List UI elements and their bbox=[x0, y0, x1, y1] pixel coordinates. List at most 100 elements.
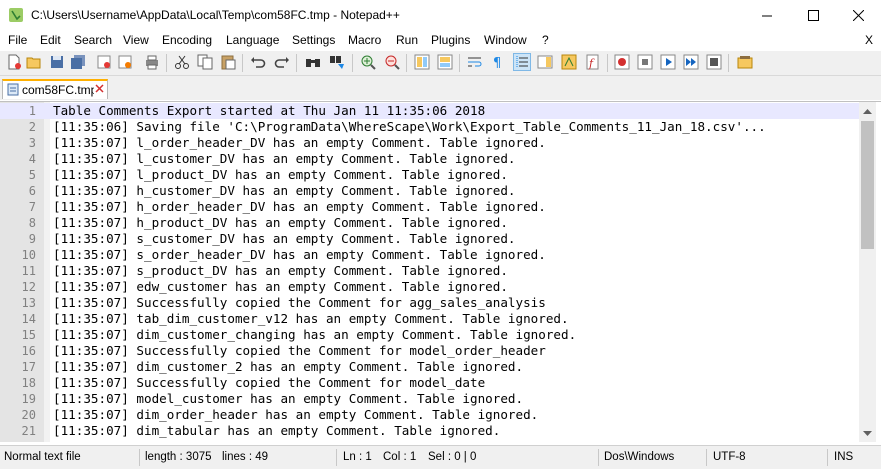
editor-line[interactable]: 2 [11:35:06] Saving file 'C:\ProgramData\… bbox=[0, 119, 859, 135]
editor-line[interactable]: 20 [11:35:07] dim_order_header has an emp… bbox=[0, 407, 859, 423]
title-bar: C:\Users\Username\AppData\Local\Temp\com… bbox=[0, 0, 881, 30]
menu-plugins[interactable]: Plugins bbox=[431, 33, 470, 47]
editor-line[interactable]: 10 [11:35:07] s_order_header_DV has an em… bbox=[0, 247, 859, 263]
line-text: [11:35:07] l_customer_DV has an empty Co… bbox=[53, 151, 516, 166]
notepad-plus-plus-app-icon bbox=[8, 7, 24, 23]
editor-line[interactable]: 16 [11:35:07] Successfully copied the Com… bbox=[0, 343, 859, 359]
copy-icon[interactable] bbox=[197, 54, 213, 70]
new-file-icon[interactable] bbox=[6, 54, 22, 70]
status-doc-type: Normal text file bbox=[4, 451, 81, 463]
launch-in-browser-icon[interactable] bbox=[737, 54, 753, 70]
status-length: length : 3075 bbox=[145, 451, 212, 463]
run-macro-multiple-icon[interactable] bbox=[683, 54, 699, 70]
close-document-button[interactable]: X bbox=[865, 33, 873, 47]
menu-file[interactable]: File bbox=[8, 33, 27, 47]
save-macro-icon[interactable] bbox=[706, 54, 722, 70]
menu-search[interactable]: Search bbox=[74, 33, 112, 47]
svg-text:¶: ¶ bbox=[493, 56, 501, 70]
minimize-button[interactable] bbox=[744, 0, 790, 30]
menu-edit[interactable]: Edit bbox=[40, 33, 61, 47]
find-icon[interactable] bbox=[305, 54, 321, 70]
menu-window[interactable]: Window bbox=[484, 33, 527, 47]
maximize-icon bbox=[807, 9, 819, 21]
editor-line[interactable]: 7 [11:35:07] h_order_header_DV has an emp… bbox=[0, 199, 859, 215]
paste-icon[interactable] bbox=[220, 54, 236, 70]
line-text: [11:35:07] Successfully copied the Comme… bbox=[53, 295, 546, 310]
play-macro-icon[interactable] bbox=[660, 54, 676, 70]
line-text: [11:35:07] h_order_header_DV has an empt… bbox=[53, 199, 546, 214]
editor-line[interactable]: 8 [11:35:07] h_product_DV has an empty Co… bbox=[0, 215, 859, 231]
line-number: 21 bbox=[21, 424, 36, 438]
line-text: [11:35:07] dim_order_header has an empty… bbox=[53, 407, 539, 422]
show-all-chars-icon[interactable]: ¶ bbox=[490, 54, 506, 71]
line-number: 2 bbox=[28, 120, 36, 134]
editor-line[interactable]: 5 [11:35:07] l_product_DV has an empty Co… bbox=[0, 167, 859, 183]
menu-encoding[interactable]: Encoding bbox=[162, 33, 212, 47]
editor-line[interactable]: 13 [11:35:07] Successfully copied the Com… bbox=[0, 295, 859, 311]
editor-line[interactable]: 6 [11:35:07] h_customer_DV has an empty C… bbox=[0, 183, 859, 199]
menu-run[interactable]: Run bbox=[396, 33, 418, 47]
editor-line[interactable]: 9 [11:35:07] s_customer_DV has an empty C… bbox=[0, 231, 859, 247]
open-file-icon[interactable] bbox=[26, 54, 42, 70]
scrollbar-thumb[interactable] bbox=[861, 121, 874, 249]
zoom-in-icon[interactable] bbox=[360, 54, 376, 70]
line-number: 9 bbox=[28, 232, 36, 246]
indent-guide-icon[interactable] bbox=[513, 53, 531, 71]
scroll-down-icon[interactable] bbox=[859, 425, 876, 442]
menu-view[interactable]: View bbox=[123, 33, 149, 47]
line-text: [11:35:07] h_customer_DV has an empty Co… bbox=[53, 183, 516, 198]
status-separator bbox=[706, 449, 707, 466]
save-icon[interactable] bbox=[49, 54, 65, 70]
text-editor[interactable]: 1 Table Comments Export started at Thu Ja… bbox=[0, 101, 881, 442]
close-file-icon[interactable] bbox=[96, 54, 112, 70]
close-window-button[interactable] bbox=[835, 0, 881, 30]
editor-line[interactable]: 17 [11:35:07] dim_customer_2 has an empty… bbox=[0, 359, 859, 375]
tab-close-icon[interactable] bbox=[94, 83, 105, 94]
line-number: 19 bbox=[21, 392, 36, 406]
line-number: 17 bbox=[21, 360, 36, 374]
folder-workspace-icon[interactable]: f bbox=[585, 54, 601, 70]
sync-vertical-icon[interactable] bbox=[414, 54, 430, 70]
print-icon[interactable] bbox=[144, 54, 160, 70]
menu-settings[interactable]: Settings bbox=[292, 33, 335, 47]
undo-icon[interactable] bbox=[250, 54, 266, 70]
record-macro-icon[interactable] bbox=[614, 54, 630, 70]
editor-line[interactable]: 12 [11:35:07] edw_customer has an empty C… bbox=[0, 279, 859, 295]
status-ins: INS bbox=[834, 451, 854, 463]
editor-line[interactable]: 19 [11:35:07] model_customer has an empty… bbox=[0, 391, 859, 407]
maximize-button[interactable] bbox=[790, 0, 836, 30]
editor-line[interactable]: 14 [11:35:07] tab_dim_customer_v12 has an… bbox=[0, 311, 859, 327]
editor-line[interactable]: 21 [11:35:07] dim_tabular has an empty Co… bbox=[0, 423, 859, 439]
line-text: [11:35:07] edw_customer has an empty Com… bbox=[53, 279, 508, 294]
word-wrap-icon[interactable] bbox=[467, 54, 483, 70]
editor-line[interactable]: 4 [11:35:07] l_customer_DV has an empty C… bbox=[0, 151, 859, 167]
replace-icon[interactable] bbox=[329, 54, 345, 70]
save-all-icon[interactable] bbox=[70, 54, 86, 70]
editor-line[interactable]: 1 Table Comments Export started at Thu Ja… bbox=[0, 103, 859, 119]
close-all-icon[interactable] bbox=[117, 54, 133, 70]
vertical-scrollbar[interactable] bbox=[859, 102, 876, 442]
function-list-icon[interactable] bbox=[561, 54, 577, 70]
sync-horizontal-icon[interactable] bbox=[437, 54, 453, 70]
stop-recording-icon[interactable] bbox=[637, 54, 653, 70]
zoom-out-icon[interactable] bbox=[384, 54, 400, 70]
status-lines: lines : 49 bbox=[222, 451, 269, 463]
toolbar-separator bbox=[242, 54, 243, 72]
editor-line[interactable]: 15 [11:35:07] dim_customer_changing has a… bbox=[0, 327, 859, 343]
menu-language[interactable]: Language bbox=[226, 33, 279, 47]
tab-com58fc[interactable]: com58FC.tmp bbox=[2, 79, 108, 99]
doc-map-icon[interactable] bbox=[537, 54, 553, 70]
window-title: C:\Users\Username\AppData\Local\Temp\com… bbox=[31, 8, 400, 22]
line-number: 3 bbox=[28, 136, 36, 150]
editor-line[interactable]: 18 [11:35:07] Successfully copied the Com… bbox=[0, 375, 859, 391]
redo-icon[interactable] bbox=[274, 54, 290, 70]
menu-macro[interactable]: Macro bbox=[348, 33, 381, 47]
menu-help[interactable]: ? bbox=[542, 33, 549, 47]
scroll-up-icon[interactable] bbox=[859, 102, 876, 119]
editor-line[interactable]: 3 [11:35:07] l_order_header_DV has an emp… bbox=[0, 135, 859, 151]
editor-line[interactable]: 11 [11:35:07] s_product_DV has an empty C… bbox=[0, 263, 859, 279]
line-text: Table Comments Export started at Thu Jan… bbox=[53, 103, 486, 118]
cut-icon[interactable] bbox=[174, 54, 190, 70]
status-ln: Ln : 1 bbox=[343, 451, 372, 463]
line-text: [11:35:07] l_order_header_DV has an empt… bbox=[53, 135, 546, 150]
